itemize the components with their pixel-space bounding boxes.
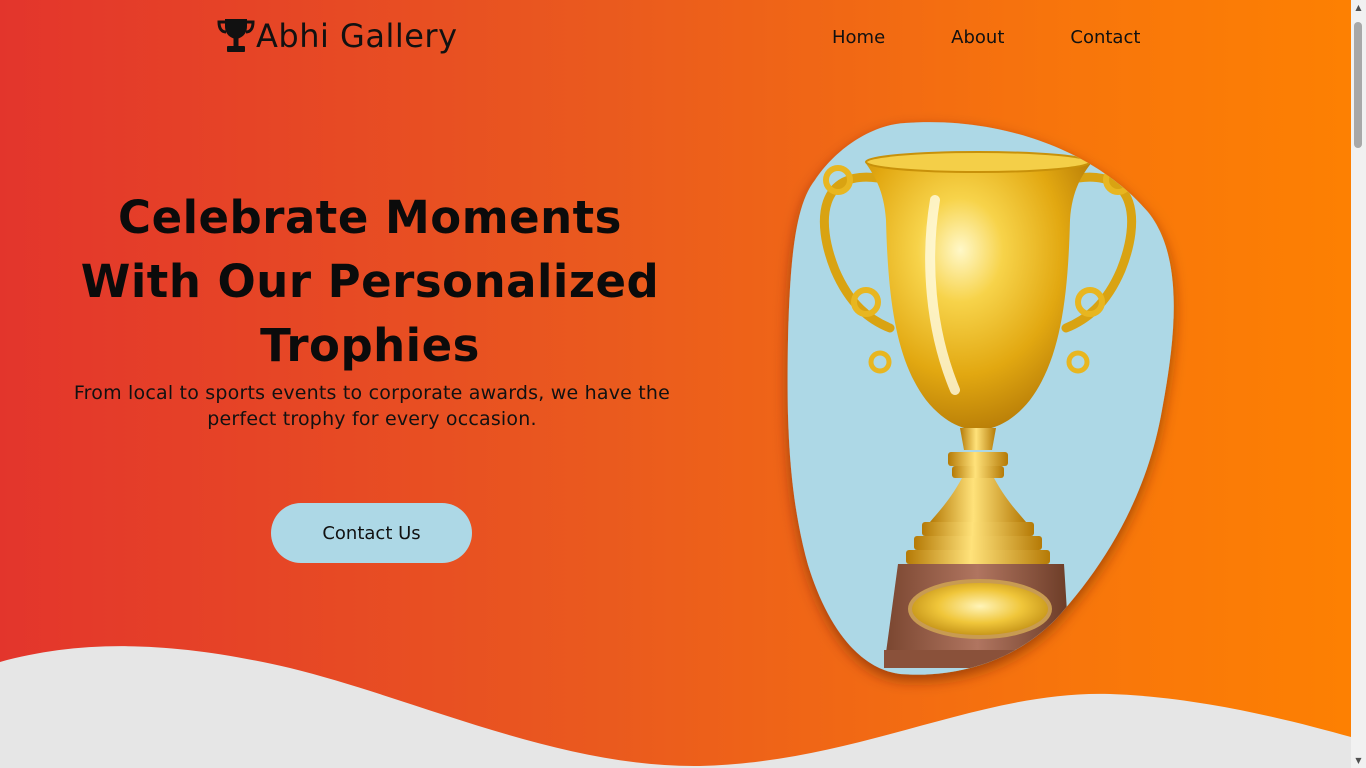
- page: Abhi Gallery Home About Contact Celebrat…: [0, 0, 1366, 768]
- scrollbar[interactable]: ▲ ▼: [1351, 0, 1366, 768]
- scroll-up-icon[interactable]: ▲: [1351, 0, 1366, 15]
- scrollbar-thumb[interactable]: [1354, 22, 1362, 148]
- scroll-down-icon[interactable]: ▼: [1351, 753, 1366, 768]
- bottom-wave: [0, 646, 1351, 768]
